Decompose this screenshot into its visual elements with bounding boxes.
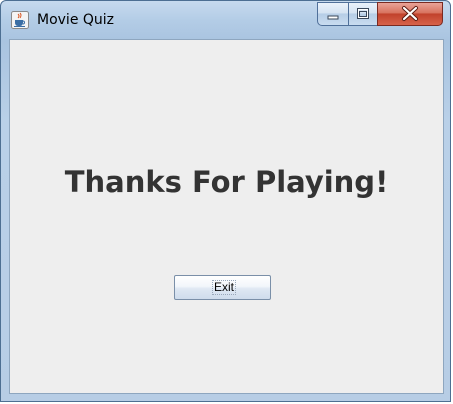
- maximize-icon: [357, 8, 369, 19]
- minimize-button[interactable]: [317, 2, 349, 26]
- exit-button-label: Exit: [212, 280, 236, 295]
- close-button[interactable]: [377, 2, 443, 26]
- title-bar[interactable]: Movie Quiz: [1, 1, 452, 39]
- exit-button[interactable]: Exit: [174, 275, 271, 300]
- app-window: Movie Quiz Thanks For Playing! Exit: [0, 0, 451, 402]
- close-icon: [402, 6, 418, 21]
- thanks-heading: Thanks For Playing!: [64, 165, 389, 199]
- maximize-button[interactable]: [348, 2, 378, 26]
- java-cup-icon: [11, 11, 29, 29]
- minimize-icon: [327, 15, 339, 20]
- content-panel: Thanks For Playing! Exit: [9, 39, 444, 394]
- window-title: Movie Quiz: [37, 12, 115, 28]
